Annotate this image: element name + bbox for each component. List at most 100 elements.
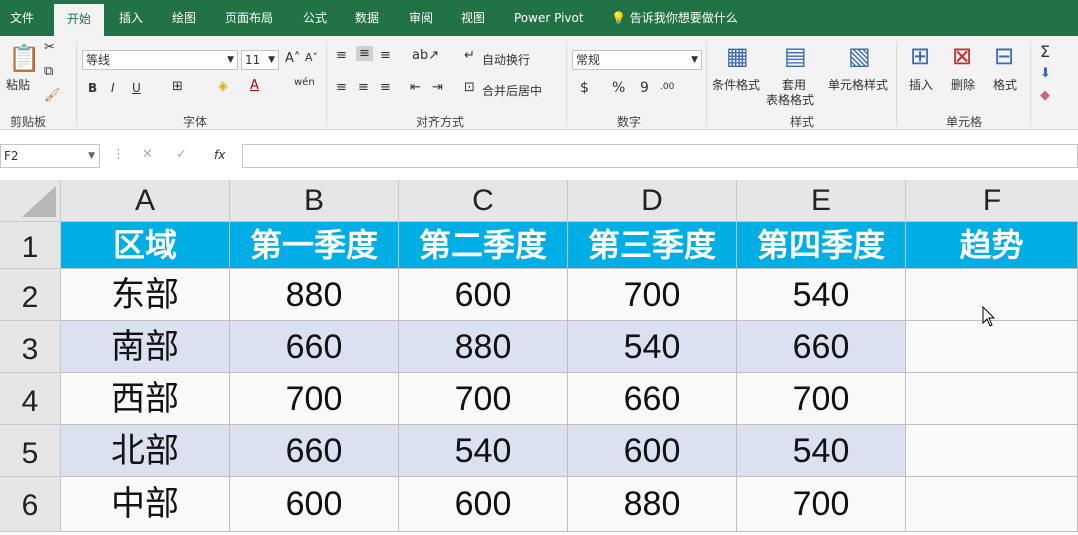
paste-icon[interactable]: 📋 <box>8 44 40 74</box>
delete-cells-icon[interactable]: ⊠ <box>952 42 972 70</box>
trend-cell[interactable] <box>906 321 1078 373</box>
trend-cell[interactable] <box>906 425 1078 477</box>
trend-cell[interactable] <box>906 477 1078 532</box>
table-cell[interactable]: 660 <box>230 321 399 373</box>
format-as-table-icon[interactable]: ▤ <box>784 42 807 70</box>
align-bottom-icon[interactable]: ≡ <box>380 48 391 63</box>
font-color-icon[interactable]: A <box>250 78 259 93</box>
format-cells-button[interactable]: 格式 <box>993 76 1017 93</box>
table-cell[interactable]: 880 <box>568 477 737 532</box>
conditional-format-icon[interactable]: ▦ <box>726 42 749 70</box>
table-header-cell[interactable]: 趋势 <box>906 222 1078 269</box>
table-header-cell[interactable]: 第二季度 <box>399 222 568 269</box>
wrap-text-button[interactable]: 自动换行 <box>482 51 530 68</box>
table-header-cell[interactable]: 第一季度 <box>230 222 399 269</box>
table-cell[interactable]: 540 <box>737 269 906 321</box>
paste-button[interactable]: 粘贴 <box>6 76 30 93</box>
table-cell[interactable]: 东部 <box>61 269 230 321</box>
comma-style-button[interactable]: 9 <box>640 80 649 96</box>
tab-insert[interactable]: 插入 <box>119 0 143 36</box>
align-center-icon[interactable]: ≡ <box>358 80 369 95</box>
tab-page-layout[interactable]: 页面布局 <box>225 0 273 36</box>
cell-styles-button[interactable]: 单元格样式 <box>828 76 888 93</box>
table-cell[interactable]: 700 <box>737 477 906 532</box>
enter-icon[interactable]: ✓ <box>176 147 187 162</box>
table-cell[interactable]: 700 <box>568 269 737 321</box>
percent-button[interactable]: % <box>612 80 625 96</box>
increase-indent-icon[interactable]: ⇥ <box>432 80 443 95</box>
decrease-font-icon[interactable]: A˅ <box>305 51 318 64</box>
row-header-2[interactable]: 2 <box>0 269 61 321</box>
table-cell[interactable]: 600 <box>399 269 568 321</box>
insert-function-button[interactable]: fx <box>214 148 225 162</box>
table-cell[interactable]: 540 <box>568 321 737 373</box>
clear-icon[interactable]: ◆ <box>1040 88 1050 103</box>
fill-color-icon[interactable]: ◈ <box>218 79 228 94</box>
table-cell[interactable]: 600 <box>399 477 568 532</box>
increase-font-icon[interactable]: A˄ <box>285 51 300 66</box>
column-header-f[interactable]: F <box>906 180 1078 222</box>
align-middle-icon[interactable]: ≡ <box>356 46 373 61</box>
insert-cells-button[interactable]: 插入 <box>909 76 933 93</box>
italic-button[interactable]: I <box>111 81 115 95</box>
table-cell[interactable]: 660 <box>737 321 906 373</box>
table-cell[interactable]: 600 <box>568 425 737 477</box>
underline-button[interactable]: U <box>132 81 141 95</box>
align-left-icon[interactable]: ≡ <box>336 80 347 95</box>
increase-decimal-button[interactable]: .00 <box>660 82 674 92</box>
format-painter-icon[interactable]: 🖌 <box>44 88 61 103</box>
name-box[interactable]: F2 ▼ <box>0 144 100 168</box>
tab-file[interactable]: 文件 <box>10 0 34 36</box>
tab-draw[interactable]: 绘图 <box>172 0 196 36</box>
table-cell[interactable]: 600 <box>230 477 399 532</box>
table-cell[interactable]: 880 <box>230 269 399 321</box>
cancel-icon[interactable]: ✕ <box>142 147 153 162</box>
table-cell[interactable]: 700 <box>737 373 906 425</box>
row-header-6[interactable]: 6 <box>0 477 61 532</box>
table-cell[interactable]: 700 <box>230 373 399 425</box>
cut-icon[interactable]: ✂ <box>44 40 55 55</box>
merge-center-button[interactable]: 合并后居中 <box>482 82 542 99</box>
table-cell[interactable]: 700 <box>399 373 568 425</box>
tell-me-search[interactable]: 💡 告诉我你想要做什么 <box>611 0 738 36</box>
align-top-icon[interactable]: ≡ <box>336 48 347 63</box>
table-cell[interactable]: 北部 <box>61 425 230 477</box>
phonetic-button[interactable]: wén <box>294 77 315 88</box>
tab-view[interactable]: 视图 <box>461 0 485 36</box>
table-cell[interactable]: 中部 <box>61 477 230 532</box>
fill-icon[interactable]: ⬇ <box>1040 66 1051 81</box>
autosum-icon[interactable]: Σ <box>1040 42 1050 61</box>
table-cell[interactable]: 南部 <box>61 321 230 373</box>
row-header-1[interactable]: 1 <box>0 222 61 269</box>
font-name-select[interactable]: 等线 ▼ <box>82 50 238 70</box>
table-cell[interactable]: 880 <box>399 321 568 373</box>
table-cell[interactable]: 西部 <box>61 373 230 425</box>
number-format-select[interactable]: 常规 ▼ <box>572 50 702 70</box>
tab-data[interactable]: 数据 <box>355 0 379 36</box>
column-header-b[interactable]: B <box>230 180 399 222</box>
column-header-e[interactable]: E <box>737 180 906 222</box>
format-cells-icon[interactable]: ⊟ <box>994 42 1014 70</box>
table-header-cell[interactable]: 第四季度 <box>737 222 906 269</box>
formula-input[interactable] <box>242 144 1078 168</box>
tab-power-pivot[interactable]: Power Pivot <box>514 0 584 36</box>
table-cell[interactable]: 540 <box>399 425 568 477</box>
row-header-5[interactable]: 5 <box>0 425 61 477</box>
column-header-d[interactable]: D <box>568 180 737 222</box>
tab-formulas[interactable]: 公式 <box>303 0 327 36</box>
cell-styles-icon[interactable]: ▧ <box>848 42 871 70</box>
conditional-format-button[interactable]: 条件格式 <box>712 76 760 93</box>
trend-cell[interactable] <box>906 373 1078 425</box>
align-right-icon[interactable]: ≡ <box>380 80 391 95</box>
row-header-3[interactable]: 3 <box>0 321 61 373</box>
column-header-a[interactable]: A <box>61 180 230 222</box>
table-header-cell[interactable]: 第三季度 <box>568 222 737 269</box>
font-size-select[interactable]: 11 ▼ <box>241 50 279 70</box>
table-cell[interactable]: 660 <box>230 425 399 477</box>
bold-button[interactable]: B <box>88 81 97 95</box>
tab-review[interactable]: 审阅 <box>409 0 433 36</box>
decrease-indent-icon[interactable]: ⇤ <box>410 80 421 95</box>
select-all-button[interactable] <box>0 180 61 222</box>
currency-button[interactable]: $ <box>580 80 589 96</box>
borders-icon[interactable]: ⊞ <box>172 79 183 94</box>
